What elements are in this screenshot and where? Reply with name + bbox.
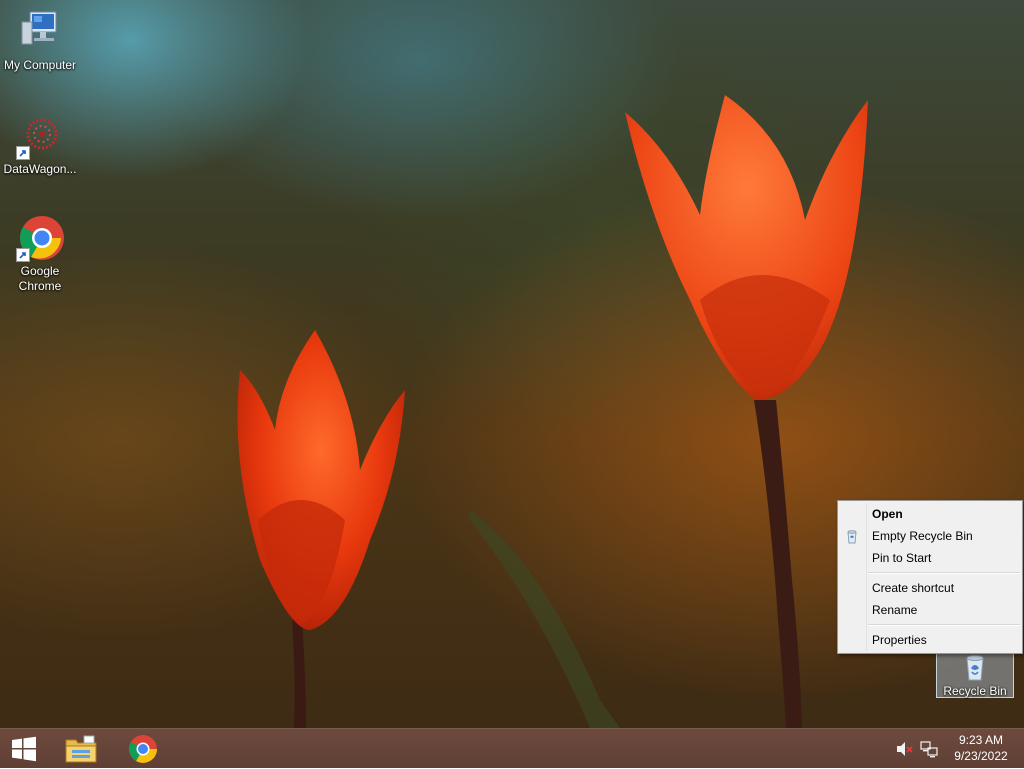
menu-item-empty-recycle-bin[interactable]: Empty Recycle Bin [838, 525, 1022, 547]
desktop-icon-recycle-bin[interactable]: Recycle Bin [936, 648, 1014, 698]
windows-logo-icon [12, 736, 36, 762]
desktop-icon-label: My Computer [3, 58, 77, 72]
recycle-bin-icon [844, 528, 860, 544]
menu-item-label: Empty Recycle Bin [872, 529, 973, 543]
desktop-icon-datawagon[interactable]: DataWagon... [0, 112, 80, 177]
file-explorer-icon [65, 735, 97, 763]
network-icon [920, 741, 938, 758]
menu-item-label: Create shortcut [872, 581, 955, 595]
desktop-icon-my-computer[interactable]: My Computer [0, 8, 80, 73]
menu-item-create-shortcut[interactable]: Create shortcut [838, 577, 1022, 599]
volume-muted-icon [897, 742, 913, 756]
datawagon-icon [16, 112, 64, 160]
taskbar-file-explorer-button[interactable] [56, 729, 106, 769]
clock-date: 9/23/2022 [954, 749, 1008, 763]
tray-network-button[interactable] [918, 729, 940, 769]
menu-item-label: Properties [872, 633, 927, 647]
taskbar-chrome-button[interactable] [118, 729, 168, 769]
recycle-bin-icon [959, 650, 991, 682]
computer-icon [16, 8, 64, 56]
menu-item-properties[interactable]: Properties [838, 629, 1022, 651]
context-menu: Open Empty Recycle Bin Pin to Start Crea… [837, 500, 1023, 654]
desktop-icon-label: Recycle Bin [943, 684, 1007, 698]
menu-item-label: Open [872, 507, 903, 521]
shortcut-arrow-icon [16, 248, 30, 262]
desktop-icon-google-chrome[interactable]: Google Chrome [0, 214, 80, 294]
clock-time: 9:23 AM [958, 733, 1004, 747]
menu-item-rename[interactable]: Rename [838, 599, 1022, 621]
menu-item-label: Pin to Start [872, 551, 932, 565]
taskbar-clock[interactable]: 9:23 AM 9/23/2022 [948, 732, 1014, 764]
desktop[interactable]: My Computer DataWagon... Google Chrome R… [0, 0, 1024, 728]
menu-separator [868, 572, 1020, 574]
taskbar: 9:23 AM 9/23/2022 [0, 728, 1024, 768]
tray-volume-button[interactable] [894, 729, 916, 769]
menu-item-label: Rename [872, 603, 918, 617]
desktop-icon-label: DataWagon... [3, 162, 77, 176]
chrome-icon [16, 214, 64, 262]
start-button[interactable] [0, 729, 48, 769]
chrome-icon [129, 735, 157, 763]
shortcut-arrow-icon [16, 146, 30, 160]
menu-separator [868, 624, 1020, 626]
desktop-icon-label: Google Chrome [18, 264, 62, 293]
menu-item-pin-to-start[interactable]: Pin to Start [838, 547, 1022, 569]
menu-item-open[interactable]: Open [838, 503, 1022, 525]
